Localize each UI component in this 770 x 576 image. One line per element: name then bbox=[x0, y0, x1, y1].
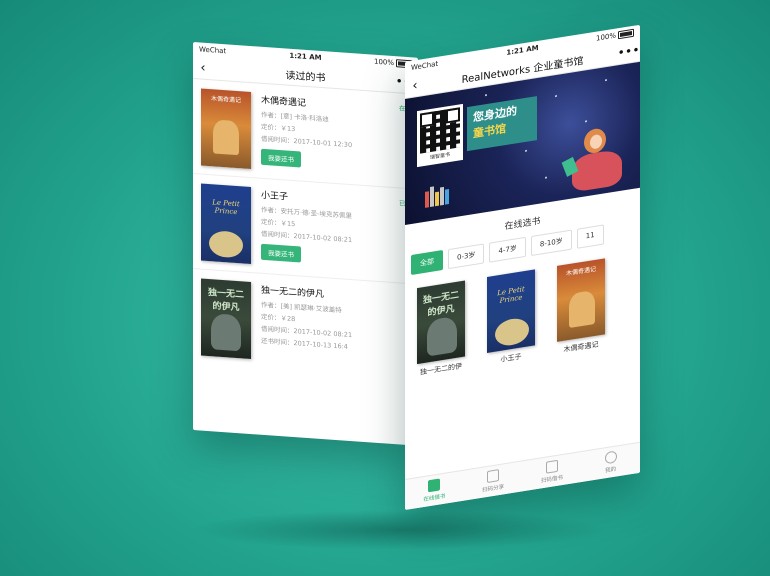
return-book-button[interactable]: 我要还书 bbox=[261, 243, 301, 263]
girl-reading-illustration bbox=[561, 123, 632, 200]
battery-icon bbox=[618, 28, 634, 40]
qr-card: 瑞智童书 bbox=[417, 103, 463, 168]
cover-illustration bbox=[427, 315, 457, 357]
shelf-book-little-prince[interactable]: Le Petit Prince 小王子 bbox=[481, 268, 541, 368]
book-cover: 独一无二的伊凡 bbox=[417, 280, 465, 365]
book-info: 木偶奇遇记 作者：[意] 卡洛·科洛迪 定价：￥13 借阅时间：2017-10-… bbox=[261, 93, 410, 180]
cover-title: Le Petit Prince bbox=[212, 198, 240, 217]
book-row-pinocchio[interactable]: 木偶奇遇记 木偶奇遇记 作者：[意] 卡洛·科洛迪 定价：￥13 借阅时间：20… bbox=[193, 79, 418, 190]
shelf-book-ivan[interactable]: 独一无二的伊凡 独一无二的伊 bbox=[411, 280, 471, 380]
book-info: 独一无二的伊凡 作者：[美] 凯瑟琳·艾波盖特 定价：￥28 借阅时间：2017… bbox=[261, 283, 410, 370]
tab-scan-share[interactable]: 扫码分享 bbox=[464, 461, 523, 500]
cover-title: 独一无二的伊凡 bbox=[422, 290, 459, 319]
tab-label: 在线借书 bbox=[423, 493, 446, 504]
back-icon[interactable]: ‹ bbox=[193, 60, 213, 76]
tab-online-borrow[interactable]: 在线借书 bbox=[405, 471, 464, 510]
book-cover: Le Petit Prince bbox=[487, 269, 535, 354]
user-icon bbox=[604, 450, 617, 465]
book-cover: 木偶奇遇记 bbox=[557, 258, 605, 342]
filter-8-10[interactable]: 8-10岁 bbox=[530, 229, 572, 257]
qr-code-icon bbox=[420, 107, 460, 154]
tab-scan-borrow[interactable]: 扫码借书 bbox=[523, 452, 582, 491]
tab-label: 我的 bbox=[605, 466, 617, 475]
book-cover: Le Petit Prince bbox=[201, 183, 251, 265]
return-book-button[interactable]: 我要还书 bbox=[261, 148, 301, 168]
filter-11-plus[interactable]: 11 bbox=[576, 224, 604, 249]
more-options-icon[interactable]: ••• bbox=[618, 44, 640, 59]
cover-title: 独一无二的伊凡 bbox=[207, 288, 244, 314]
star-decoration bbox=[545, 176, 547, 179]
phone-book-library: WeChat 1:21 AM 100% ‹ RealNetworks 企业童书馆… bbox=[405, 24, 640, 510]
floor-shadow bbox=[190, 510, 610, 550]
star-decoration bbox=[525, 149, 527, 152]
book-icon bbox=[428, 478, 441, 493]
star-decoration bbox=[555, 94, 557, 98]
star-decoration bbox=[605, 79, 607, 82]
book-cover: 木偶奇遇记 bbox=[201, 88, 251, 170]
book-info: 小王子 作者：安托万·德·圣-埃克苏佩里 定价：￥15 借阅时间：2017-10… bbox=[261, 188, 410, 275]
book-cover: 独一无二的伊凡 bbox=[201, 278, 251, 360]
cover-illustration bbox=[211, 313, 241, 352]
back-icon[interactable]: ‹ bbox=[405, 76, 425, 94]
filter-all[interactable]: 全部 bbox=[411, 249, 443, 276]
cover-illustration bbox=[495, 316, 529, 348]
share-icon bbox=[487, 469, 500, 483]
books-illustration bbox=[425, 183, 455, 208]
phone-read-books: WeChat 1:21 AM 100% ‹ 读过的书 ••• 木偶奇遇记 木偶奇… bbox=[193, 42, 418, 446]
cover-title: Le Petit Prince bbox=[497, 285, 525, 306]
tab-profile[interactable]: 我的 bbox=[581, 443, 640, 482]
star-decoration bbox=[485, 94, 487, 97]
slogan-box: 您身边的 童书馆 bbox=[467, 96, 537, 152]
book-row-little-prince[interactable]: Le Petit Prince 小王子 作者：安托万·德·圣-埃克苏佩里 定价：… bbox=[193, 174, 418, 285]
scan-icon bbox=[545, 459, 558, 474]
shelf-book-pinocchio[interactable]: 木偶奇遇记 木偶奇遇记 bbox=[551, 257, 611, 357]
tab-label: 扫码借书 bbox=[540, 474, 563, 485]
cover-illustration bbox=[213, 119, 239, 156]
cover-title: 木偶奇遇记 bbox=[210, 95, 241, 105]
cover-illustration bbox=[209, 230, 243, 259]
star-decoration bbox=[585, 120, 587, 123]
tab-bar: 在线借书 扫码分享 扫码借书 我的 bbox=[405, 441, 640, 510]
tab-label: 扫码分享 bbox=[482, 484, 505, 494]
cover-title: 木偶奇遇记 bbox=[565, 265, 596, 278]
cover-illustration bbox=[569, 289, 595, 329]
book-row-ivan[interactable]: 独一无二的伊凡 独一无二的伊凡 作者：[美] 凯瑟琳·艾波盖特 定价：￥28 借… bbox=[193, 269, 418, 379]
filter-4-7[interactable]: 4-7岁 bbox=[489, 236, 526, 263]
filter-0-3[interactable]: 0-3岁 bbox=[448, 243, 485, 270]
